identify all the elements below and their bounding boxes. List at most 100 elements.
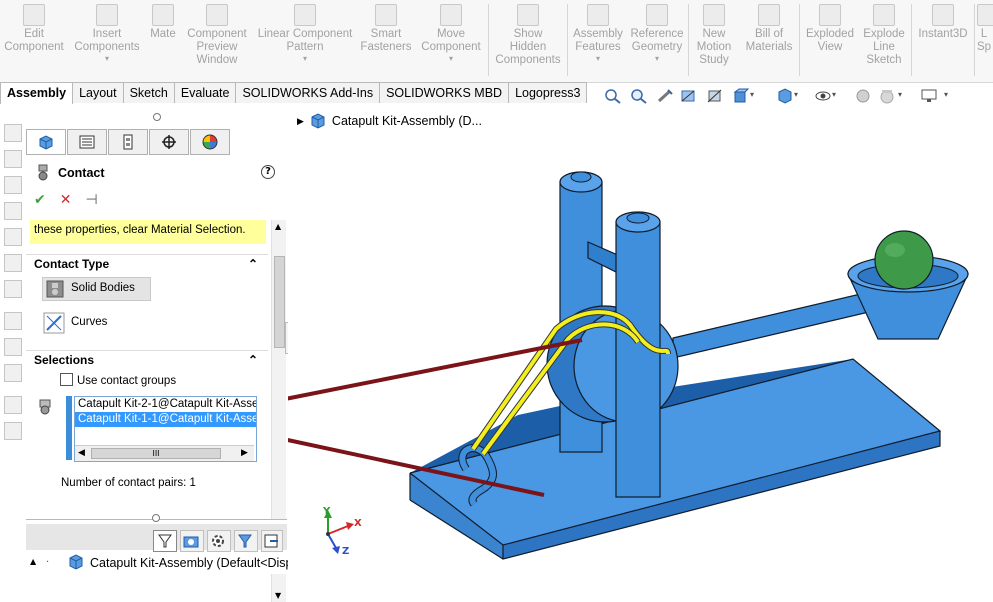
tab-assembly[interactable]: Assembly (0, 82, 74, 104)
assembly-tree-label[interactable]: Catapult Kit-Assembly (Default<Disp (90, 556, 293, 570)
green-ball[interactable] (874, 230, 934, 290)
tree-expand-icon[interactable]: ▲ (30, 557, 36, 566)
solid-bodies-label: Solid Bodies (71, 282, 135, 294)
strip-cube-icon[interactable] (4, 176, 22, 194)
tab-feature-manager[interactable] (26, 129, 66, 155)
checkbox-box[interactable] (60, 373, 73, 386)
dynamic-annotation-icon[interactable] (706, 88, 724, 104)
help-icon[interactable]: ? (261, 165, 275, 179)
assembly-features-button[interactable]: Assembly Features ▾ (570, 4, 626, 64)
graphics-area[interactable]: ▶ Catapult Kit-Assembly (D... Y X Z (288, 104, 993, 573)
component-preview-window-button[interactable]: Component Preview Window (184, 4, 250, 67)
selected-bodies-list[interactable]: Catapult Kit-2-1@Catapult Kit-Asse Catap… (74, 396, 257, 462)
tab-property-manager[interactable] (67, 129, 107, 155)
tab-configuration-manager[interactable] (108, 129, 148, 155)
component-preview-icon (206, 4, 228, 26)
curves-option[interactable]: Curves (42, 311, 151, 335)
collapse-chevron-icon[interactable]: ⌃ (248, 255, 258, 273)
panel-grip-icon[interactable] (153, 113, 161, 121)
tab-evaluate[interactable]: Evaluate (173, 82, 237, 103)
strip-sketch-icon[interactable] (4, 312, 22, 330)
hide-show-items-icon[interactable] (814, 88, 832, 104)
apply-scene-dropdown-icon[interactable]: ▾ (898, 90, 902, 99)
strip-sketch-icon[interactable] (4, 364, 22, 382)
view-settings-dropdown-icon[interactable]: ▾ (944, 90, 948, 99)
tab-sketch[interactable]: Sketch (122, 82, 175, 103)
scroll-left-icon[interactable]: ◀ (78, 446, 85, 460)
new-motion-study-button[interactable]: New Motion Study (692, 4, 736, 67)
tab-display-manager[interactable] (190, 129, 230, 155)
scroll-thumb[interactable] (274, 256, 285, 348)
tab-dimxpert-manager[interactable] (149, 129, 189, 155)
scroll-thumb[interactable]: III (91, 448, 221, 459)
explode-line-sketch-button[interactable]: Explode Line Sketch (860, 4, 908, 67)
scroll-right-icon[interactable]: ▶ (241, 446, 248, 460)
cancel-button[interactable]: ✕ (60, 192, 72, 208)
strip-cube-icon[interactable] (4, 280, 22, 298)
insert-components-button[interactable]: Insert Components ▾ (72, 4, 142, 64)
color-filter-button[interactable] (234, 530, 258, 552)
edit-appearance-icon[interactable] (854, 88, 872, 104)
solid-bodies-option[interactable]: Solid Bodies (42, 277, 151, 301)
previous-view-icon[interactable] (656, 88, 674, 104)
tab-solidworks-mbd[interactable]: SOLIDWORKS MBD (379, 82, 510, 103)
settings-filter-button[interactable] (207, 530, 231, 552)
mate-button[interactable]: Mate (146, 4, 180, 41)
selections-header[interactable]: Selections ⌃ (26, 350, 268, 369)
list-horizontal-scrollbar[interactable]: ◀ III ▶ (75, 445, 254, 461)
strip-sketch-icon[interactable] (4, 338, 22, 356)
selections-section: Selections ⌃ (26, 350, 268, 369)
ribbon-separator (974, 4, 975, 76)
scroll-down-icon[interactable]: ▼ (275, 591, 281, 600)
contact-type-heading: Contact Type (34, 257, 110, 271)
instant3d-button[interactable]: Instant3D (914, 4, 972, 41)
collapse-chevron-icon[interactable]: ⌃ (248, 351, 258, 369)
keep-visible-pin-icon[interactable]: ⊣ (85, 192, 97, 208)
display-style-icon[interactable] (776, 88, 794, 104)
linear-component-pattern-button[interactable]: Linear Component Pattern ▾ (254, 4, 356, 64)
strip-cube-icon[interactable] (4, 124, 22, 142)
contact-type-header[interactable]: Contact Type ⌃ (26, 254, 268, 273)
strip-cube-icon[interactable] (4, 228, 22, 246)
list-item[interactable]: Catapult Kit-1-1@Catapult Kit-Asse (75, 412, 256, 427)
filter-button[interactable] (153, 530, 177, 552)
scroll-up-icon[interactable]: ▲ (275, 222, 281, 231)
tab-logopress3[interactable]: Logopress3 (508, 82, 588, 103)
front-post[interactable] (615, 211, 661, 498)
exploded-view-button[interactable]: Exploded View (802, 4, 858, 54)
message-note: these properties, clear Material Selecti… (30, 220, 266, 244)
bill-of-materials-button[interactable]: Bill of Materials (742, 4, 796, 54)
view-settings-icon[interactable] (920, 88, 938, 104)
color-wheel-icon (202, 134, 218, 150)
use-contact-groups-checkbox[interactable]: Use contact groups (60, 373, 176, 387)
export-filter-button[interactable] (261, 530, 283, 552)
strip-cube-icon[interactable] (4, 202, 22, 220)
ribbon-separator (688, 4, 689, 76)
view-orientation-icon[interactable] (732, 88, 750, 104)
apply-scene-icon[interactable] (878, 88, 896, 104)
show-hidden-components-button[interactable]: Show Hidden Components (492, 4, 564, 67)
hide-show-dropdown-icon[interactable]: ▾ (832, 90, 836, 99)
reference-geometry-button[interactable]: Reference Geometry ▾ (629, 4, 685, 64)
move-component-button[interactable]: Move Component ▾ (418, 4, 484, 64)
splitter-grip-icon[interactable] (152, 514, 160, 522)
zoom-to-fit-icon[interactable] (604, 88, 622, 104)
section-view-icon[interactable] (680, 88, 698, 104)
tab-solidworks-addins[interactable]: SOLIDWORKS Add-Ins (235, 82, 381, 103)
strip-part-icon[interactable] (4, 396, 22, 414)
ok-button[interactable]: ✔ (34, 192, 46, 208)
tab-layout[interactable]: Layout (72, 82, 124, 103)
large-assembly-icon (977, 4, 993, 26)
strip-cube-icon[interactable] (4, 150, 22, 168)
camera-filter-button[interactable] (180, 530, 204, 552)
smart-fasteners-icon (375, 4, 397, 26)
strip-cube-icon[interactable] (4, 254, 22, 272)
list-item[interactable]: Catapult Kit-2-1@Catapult Kit-Asse (75, 397, 256, 412)
display-style-dropdown-icon[interactable]: ▾ (794, 90, 798, 99)
view-orientation-dropdown-icon[interactable]: ▾ (750, 90, 754, 99)
smart-fasteners-button[interactable]: Smart Fasteners (358, 4, 414, 54)
strip-part-icon[interactable] (4, 422, 22, 440)
large-assembly-button[interactable]: L Sp (977, 4, 993, 54)
zoom-to-area-icon[interactable] (630, 88, 648, 104)
edit-component-button[interactable]: Edit Component (2, 4, 66, 54)
